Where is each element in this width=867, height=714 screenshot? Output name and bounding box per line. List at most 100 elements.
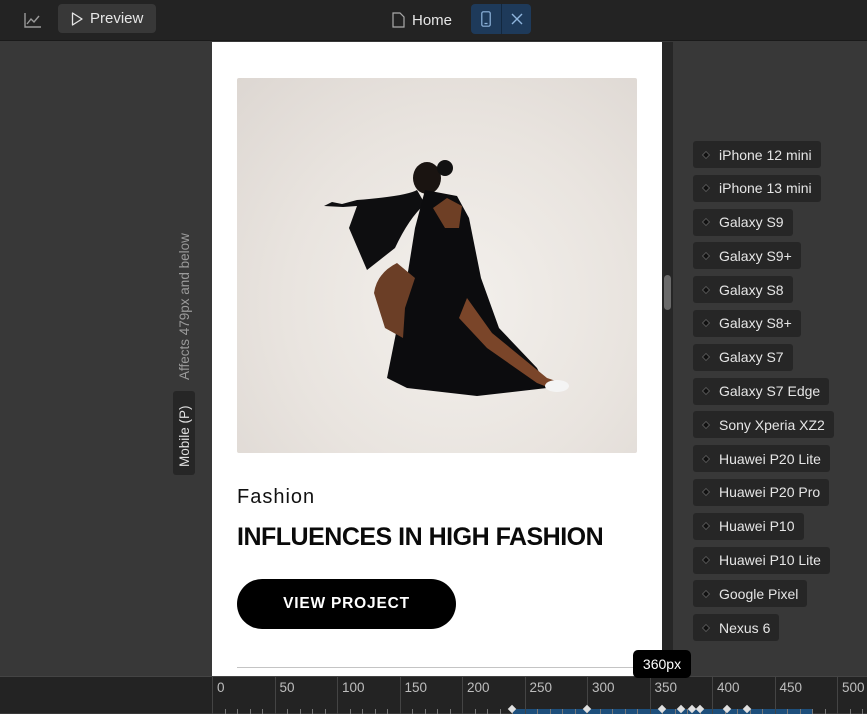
- diamond-icon: [701, 386, 711, 396]
- canvas-scrollbar[interactable]: [662, 42, 673, 676]
- device-list: iPhone 12 mini iPhone 13 mini Galaxy S9 Gal…: [693, 141, 834, 648]
- mobile-device-button[interactable]: [471, 4, 501, 34]
- ruler-minor-tick: [287, 709, 288, 714]
- page-icon: [392, 12, 405, 28]
- width-tooltip: 360px: [633, 650, 691, 678]
- diamond-icon: [701, 589, 711, 599]
- breakpoint-affects-text: Affects 479px and below: [177, 233, 192, 380]
- device-label: Galaxy S7: [719, 349, 784, 366]
- divider: [237, 667, 662, 668]
- mobile-icon: [481, 11, 491, 27]
- ruler-minor-tick: [324, 709, 326, 714]
- preview-label: Preview: [90, 10, 144, 27]
- diamond-icon: [701, 522, 711, 531]
- diamond-icon: [701, 488, 711, 497]
- device-label: Galaxy S8: [719, 281, 784, 298]
- diamond-icon: [701, 251, 711, 261]
- device-preset-item[interactable]: Nexus 6: [693, 614, 780, 642]
- width-ruler[interactable]: 0 50 100 150 200 250 300 350 400 450 500: [0, 676, 867, 714]
- device-preset-item[interactable]: Google Pixel: [693, 580, 808, 608]
- top-bar: Preview Home: [0, 0, 867, 41]
- device-preset-item[interactable]: Huawei P10: [693, 512, 804, 540]
- ruler-minor-tick: [849, 709, 851, 714]
- ruler-major-line: [837, 677, 838, 714]
- device-preset-item[interactable]: Galaxy S8+: [693, 309, 801, 337]
- ruler-minor-tick: [787, 709, 788, 714]
- ruler-major-line: [649, 677, 651, 714]
- ruler-minor-tick: [812, 709, 813, 714]
- ruler-major-line: [274, 677, 276, 714]
- device-preset-item[interactable]: Sony Xperia XZ2: [693, 411, 834, 439]
- page-selector[interactable]: Home: [392, 8, 452, 32]
- ruler-tick-label: 150: [404, 680, 428, 695]
- device-label: iPhone 13 mini: [719, 180, 812, 197]
- ruler-tick-label: 500: [842, 680, 865, 695]
- ruler-major-line: [212, 677, 213, 714]
- ruler-minor-tick: [499, 709, 501, 714]
- ruler-minor-tick: [449, 709, 451, 714]
- fashion-photo: [324, 160, 569, 396]
- project-title: INFLUENCES IN HIGH FASHION: [237, 523, 604, 551]
- device-preset-item[interactable]: Huawei P20 Pro: [693, 478, 830, 506]
- ruler-minor-tick: [487, 709, 488, 714]
- device-preset-item[interactable]: Huawei P20 Lite: [693, 445, 830, 473]
- ruler-minor-tick: [549, 709, 551, 714]
- ruler-minor-tick: [637, 709, 638, 714]
- ruler-tick-label: 0: [217, 680, 225, 695]
- ruler-minor-tick: [224, 709, 226, 714]
- ruler-tick-label: 300: [592, 680, 615, 695]
- device-label: Galaxy S7 Edge: [719, 383, 821, 400]
- device-preset-item[interactable]: Galaxy S8: [693, 276, 793, 304]
- device-label: Huawei P10 Lite: [719, 552, 821, 569]
- ruler-tick-label: 100: [342, 680, 365, 695]
- ruler-minor-tick: [437, 709, 438, 714]
- device-label: Huawei P20 Pro: [719, 484, 821, 501]
- device-label: Galaxy S8+: [719, 315, 792, 332]
- play-icon: [71, 11, 83, 26]
- ruler-tick-label: 200: [467, 680, 490, 695]
- device-label: iPhone 12 mini: [719, 146, 812, 163]
- ruler-minor-tick: [862, 709, 863, 714]
- diamond-icon: [701, 555, 711, 565]
- device-preset-item[interactable]: Galaxy S9+: [693, 242, 801, 270]
- device-preset-item[interactable]: iPhone 12 mini: [693, 141, 821, 168]
- close-icon: [511, 13, 522, 25]
- ruler-minor-tick: [362, 709, 363, 714]
- view-project-button[interactable]: VIEW PROJECT: [237, 579, 456, 629]
- device-label: Sony Xperia XZ2: [719, 416, 825, 433]
- device-preset-item[interactable]: Galaxy S7: [693, 343, 793, 371]
- device-preset-item[interactable]: Galaxy S9: [693, 208, 793, 236]
- breakpoint-name: Mobile (P): [177, 405, 192, 467]
- ruler-minor-tick: [312, 709, 313, 714]
- scrollbar-thumb[interactable]: [664, 275, 671, 310]
- ruler-tick-label: 250: [529, 680, 553, 695]
- device-preset-item[interactable]: iPhone 13 mini: [693, 174, 821, 202]
- ruler-major-line: [524, 677, 526, 714]
- chart-line-icon[interactable]: [22, 9, 44, 31]
- ruler-minor-tick: [599, 709, 601, 714]
- device-preset-item[interactable]: Huawei P10 Lite: [693, 546, 830, 574]
- ruler-minor-tick: [237, 709, 238, 714]
- device-label: Galaxy S9: [719, 214, 784, 231]
- ruler-major-line: [337, 677, 338, 714]
- ruler-minor-tick: [824, 709, 826, 714]
- ruler-minor-tick: [262, 709, 263, 714]
- device-label: Huawei P10: [719, 518, 795, 535]
- breakpoint-tag[interactable]: Mobile (P): [173, 391, 195, 475]
- device-preset-item[interactable]: Galaxy S7 Edge: [693, 377, 830, 405]
- ruler-minor-tick: [249, 709, 251, 714]
- ruler-minor-tick: [624, 709, 626, 714]
- device-label: Google Pixel: [719, 585, 799, 602]
- project-image: [237, 78, 637, 453]
- ruler-minor-tick: [799, 709, 801, 714]
- diamond-icon: [701, 353, 711, 362]
- ruler-major-line: [399, 677, 401, 714]
- ruler-minor-tick: [562, 709, 563, 714]
- close-device-button[interactable]: [501, 4, 531, 34]
- ruler-minor-tick: [387, 709, 388, 714]
- ruler-major-line: [712, 677, 713, 714]
- ruler-minor-tick: [299, 709, 301, 714]
- device-label: Huawei P20 Lite: [719, 450, 821, 467]
- preview-button[interactable]: Preview: [58, 4, 156, 33]
- diamond-icon: [701, 217, 711, 227]
